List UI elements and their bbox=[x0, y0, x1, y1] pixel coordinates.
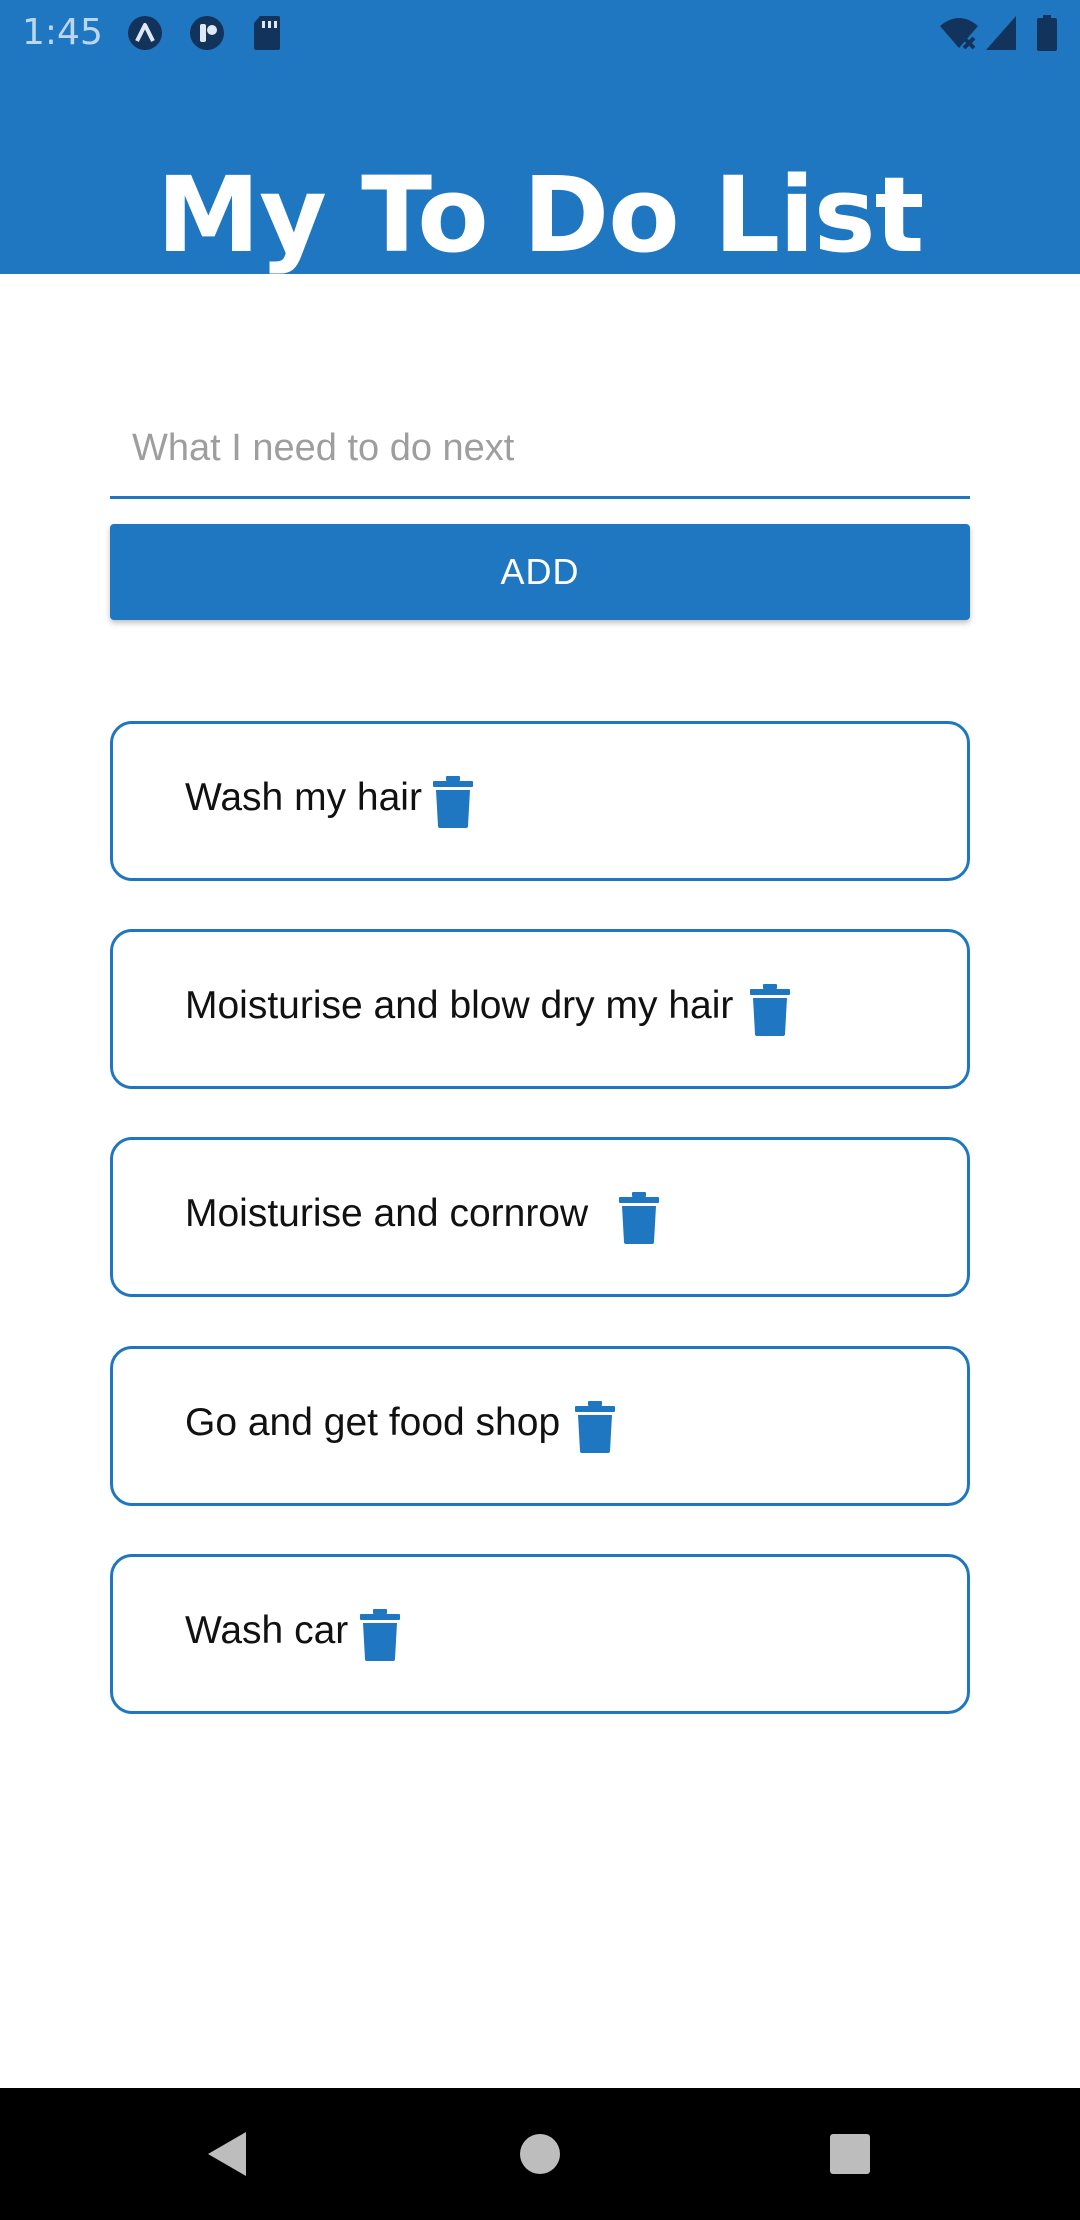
trash-icon[interactable] bbox=[619, 1192, 659, 1244]
todo-item-wash-car: Wash car bbox=[110, 1554, 970, 1714]
status-time: 1:45 bbox=[22, 12, 103, 53]
recents-icon[interactable] bbox=[814, 2118, 886, 2190]
wifi-off-icon bbox=[940, 18, 978, 50]
trash-icon[interactable] bbox=[750, 984, 790, 1036]
todo-text: Wash my hair bbox=[185, 776, 422, 819]
todo-item-go-and-get-food-shop: Go and get food shop bbox=[110, 1346, 970, 1506]
home-icon[interactable] bbox=[504, 2118, 576, 2190]
todo-text: Wash car bbox=[185, 1609, 349, 1652]
battery-icon bbox=[1037, 15, 1057, 51]
page-title: My To Do List bbox=[156, 154, 925, 274]
back-icon[interactable] bbox=[192, 2118, 264, 2190]
sd-card-icon bbox=[254, 16, 280, 50]
task-input-container bbox=[110, 400, 970, 499]
status-bar: 1:45 bbox=[0, 0, 1080, 66]
todo-text: Go and get food shop bbox=[185, 1401, 561, 1444]
arrow-up-circle-icon bbox=[128, 16, 162, 50]
add-button[interactable]: ADD bbox=[110, 524, 970, 620]
todo-item-wash-my-hair: Wash my hair bbox=[110, 721, 970, 881]
trash-icon[interactable] bbox=[433, 776, 473, 828]
todo-text: Moisturise and blow dry my hair bbox=[185, 984, 734, 1027]
trash-icon[interactable] bbox=[360, 1609, 400, 1661]
signal-icon bbox=[986, 16, 1016, 50]
circle-badge-icon bbox=[190, 16, 224, 50]
todo-item-moisturise-and-blow-dry: Moisturise and blow dry my hair bbox=[110, 929, 970, 1089]
navigation-bar bbox=[0, 2088, 1080, 2220]
todo-text: Moisturise and cornrow bbox=[185, 1192, 589, 1235]
trash-icon[interactable] bbox=[575, 1401, 615, 1453]
task-input[interactable] bbox=[110, 400, 970, 496]
todo-item-moisturise-and-cornrow: Moisturise and cornrow bbox=[110, 1137, 970, 1297]
app-header: 1:45 My To Do List bbox=[0, 0, 1080, 274]
